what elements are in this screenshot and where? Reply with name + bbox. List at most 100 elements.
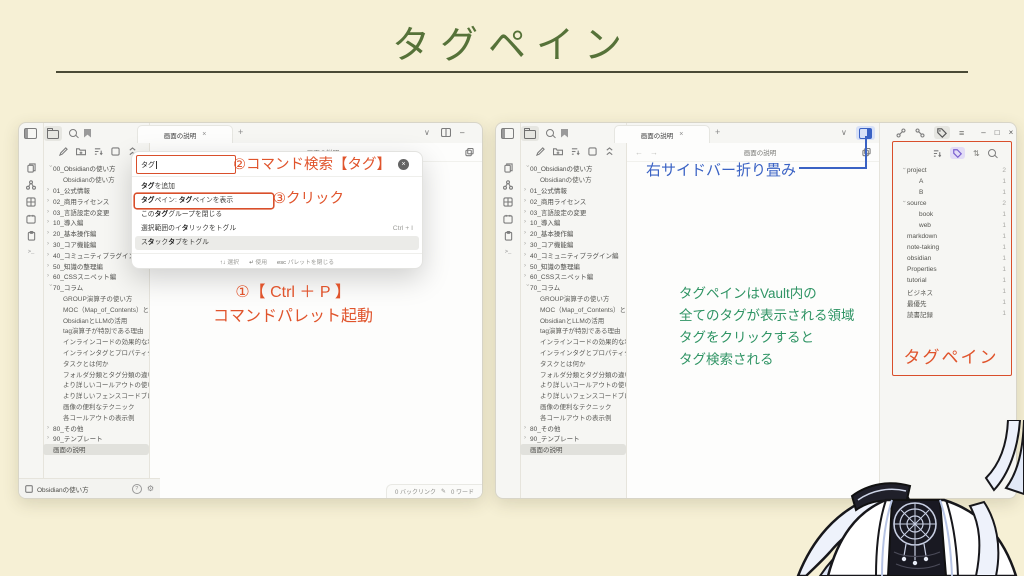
tab-list-chevron-icon[interactable]: ∨ [841, 129, 847, 137]
files-tab-icon[interactable] [47, 130, 59, 139]
tree-item[interactable]: › 10_導入編 [520, 217, 626, 228]
tree-item[interactable]: ObsidianとLLMの活用 [520, 314, 626, 325]
split-view-icon[interactable] [441, 128, 451, 137]
tag-sort-icon[interactable] [933, 149, 942, 158]
canvas-icon[interactable] [503, 197, 513, 207]
tag-row[interactable]: web 1 [896, 220, 1012, 231]
tree-item[interactable]: tag演算子が特別である理由 [43, 325, 149, 336]
tag-row[interactable]: 最優先 1 [896, 297, 1012, 308]
tree-item[interactable]: › 03_言語設定の変更 [520, 206, 626, 217]
quick-switcher-icon[interactable] [27, 163, 36, 173]
palette-item[interactable]: 選択範囲のイタリックをトグル Ctrl + I [135, 222, 419, 236]
files-tab-icon[interactable] [524, 130, 536, 139]
tag-row[interactable]: note-taking 1 [896, 242, 1012, 253]
tree-item[interactable]: › 30_コア機能編 [520, 239, 626, 250]
tag-row[interactable]: › project 2 [896, 165, 1012, 176]
tag-row[interactable]: tutorial 1 [896, 275, 1012, 286]
new-tab-button[interactable]: + [715, 127, 720, 137]
sort-order-icon[interactable] [94, 147, 103, 156]
tree-item[interactable]: 画面の説明 [520, 444, 626, 455]
tree-item[interactable]: 画像の便利なテクニック [43, 401, 149, 412]
tree-item[interactable]: タスクとは何か [520, 357, 626, 368]
canvas-icon[interactable] [26, 197, 36, 207]
note-tab[interactable]: 画面の説明 × [137, 125, 233, 143]
tag-row[interactable]: ビジネス 1 [896, 286, 1012, 297]
tree-item[interactable]: MOC（Map_of_Contents）とは何か？ [520, 303, 626, 314]
sort-order-icon[interactable] [571, 147, 580, 156]
new-folder-icon[interactable] [76, 147, 86, 156]
tree-item[interactable]: tag演算子が特別である理由 [520, 325, 626, 336]
tree-item[interactable]: より詳しいコールアウトの使い方 [43, 379, 149, 390]
graph-view-icon[interactable] [503, 180, 513, 190]
tree-item[interactable]: インラインタグとプロパティタグの.. [43, 347, 149, 358]
daily-note-icon[interactable] [26, 214, 36, 224]
tree-item[interactable]: 各コールアウトの表示例 [520, 411, 626, 422]
templates-icon[interactable] [27, 231, 36, 241]
palette-item[interactable]: スタックタブをトグル [135, 236, 419, 250]
outline-list-icon[interactable]: ≡ [959, 128, 964, 138]
tag-search-icon[interactable] [988, 149, 996, 157]
left-sidebar-toggle-icon[interactable] [24, 128, 37, 139]
templates-icon[interactable] [504, 231, 513, 241]
window-minimize-button[interactable]: – [460, 128, 464, 137]
terminal-icon[interactable]: >_ [28, 248, 35, 255]
tree-item[interactable]: インラインタグとプロパティタグの.. [520, 347, 626, 358]
tree-item[interactable]: › 90_テンプレート [43, 433, 149, 444]
expand-collapse-icon[interactable]: ⇅ [973, 149, 980, 158]
tree-item[interactable]: › 70_コラム [43, 282, 149, 293]
tree-item[interactable]: より詳しいフェンスコードブロック.. [43, 390, 149, 401]
terminal-icon[interactable]: >_ [505, 248, 512, 255]
daily-note-icon[interactable] [503, 214, 513, 224]
tree-item[interactable]: インラインコードの効果的な利用方法 [43, 336, 149, 347]
tree-item[interactable]: MOC（Map_of_Contents）とは何か？ [43, 303, 149, 314]
new-note-icon[interactable] [59, 147, 68, 156]
tree-item[interactable]: › 01_公式情報 [520, 185, 626, 196]
tree-item[interactable]: › 90_テンプレート [520, 433, 626, 444]
tree-item[interactable]: 各コールアウトの表示例 [43, 411, 149, 422]
tree-item[interactable]: フォルダ分類とタグ分類の違い [520, 368, 626, 379]
tree-item[interactable]: › 02_商用ライセンス [520, 195, 626, 206]
backlinks-icon[interactable] [896, 128, 906, 138]
tree-item[interactable]: 画像の便利なテクニック [520, 401, 626, 412]
tree-item[interactable]: ObsidianとLLMの活用 [43, 314, 149, 325]
palette-item[interactable]: タグペイン: タグペインを表示 [135, 194, 273, 208]
reading-mode-icon[interactable] [465, 148, 474, 157]
tree-item[interactable]: 画面の説明 [43, 444, 149, 455]
command-palette-input[interactable]: タグ [136, 155, 236, 174]
palette-close-icon[interactable]: × [398, 159, 409, 170]
tag-row[interactable]: markdown 1 [896, 231, 1012, 242]
note-tab[interactable]: 画面の説明 × [614, 125, 710, 143]
window-minimize-button[interactable]: – [981, 128, 985, 137]
tab-list-chevron-icon[interactable]: ∨ [424, 129, 430, 137]
tree-item[interactable]: タスクとは何か [43, 357, 149, 368]
tag-row[interactable]: Properties 1 [896, 264, 1012, 275]
layout-icon[interactable] [111, 147, 120, 156]
vault-switcher[interactable]: Obsidianの使い方 ? ⚙ [19, 478, 160, 498]
tree-item[interactable]: Obsidianの使い方 [520, 174, 626, 185]
palette-item[interactable]: このタググループを閉じる [135, 208, 419, 222]
tree-item[interactable]: › 80_その他 [43, 422, 149, 433]
search-tab-icon[interactable] [69, 129, 77, 137]
tree-item[interactable]: › 40_コミュニティプラグイン編 [520, 249, 626, 260]
tag-row[interactable]: obsidian 1 [896, 253, 1012, 264]
window-close-button[interactable]: × [1009, 128, 1014, 137]
help-icon[interactable]: ? [132, 484, 142, 494]
new-tab-button[interactable]: + [238, 127, 243, 137]
tree-item[interactable]: › 80_その他 [520, 422, 626, 433]
left-sidebar-toggle-icon[interactable] [501, 128, 514, 139]
tree-item[interactable]: › 20_基本操作編 [520, 228, 626, 239]
tag-row[interactable]: 読書記録 1 [896, 308, 1012, 319]
tag-row[interactable]: › source 2 [896, 198, 1012, 209]
tree-item[interactable]: › 60_CSSスニペット編 [43, 271, 149, 282]
bookmark-tab-icon[interactable] [561, 129, 568, 138]
tree-item[interactable]: より詳しいコールアウトの使い方 [520, 379, 626, 390]
collapse-all-icon[interactable] [605, 147, 614, 156]
tree-item[interactable]: › 00_Obsidianの使い方 [520, 163, 626, 174]
tree-item[interactable]: › 60_CSSスニペット編 [520, 271, 626, 282]
outgoing-links-icon[interactable] [915, 128, 925, 138]
tag-row[interactable]: book 1 [896, 209, 1012, 220]
tree-item[interactable]: GROUP演算子の使い方 [520, 293, 626, 304]
tag-row[interactable]: B 1 [896, 187, 1012, 198]
tab-close-icon[interactable]: × [679, 131, 683, 138]
tree-item[interactable]: › 70_コラム [520, 282, 626, 293]
